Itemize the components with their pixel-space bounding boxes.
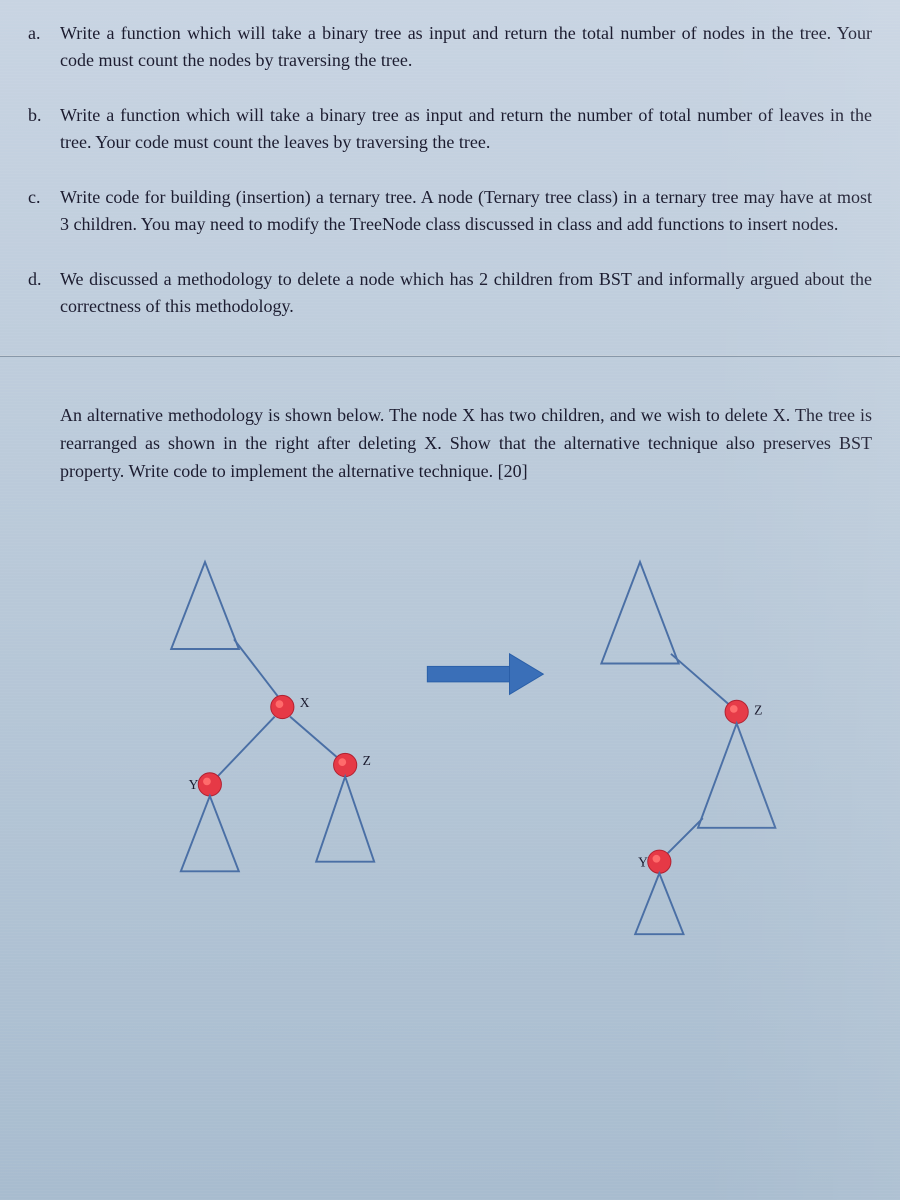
right-label-y: Y <box>638 854 648 869</box>
right-line-root-z <box>671 654 732 707</box>
left-node-z <box>334 753 357 776</box>
right-node-y-highlight <box>653 855 661 863</box>
right-line-z-y <box>664 818 703 857</box>
alternative-method-paragraph: An alternative methodology is shown belo… <box>60 402 872 486</box>
left-line-x-z <box>290 716 340 760</box>
question-b: b. Write a function which will take a bi… <box>28 102 872 156</box>
left-root-triangle <box>171 562 239 649</box>
left-y-triangle <box>181 796 239 871</box>
question-list: a. Write a function which will take a bi… <box>28 20 872 320</box>
left-node-z-highlight <box>338 758 346 766</box>
left-z-triangle <box>316 776 374 861</box>
arrow-head <box>510 654 544 695</box>
right-y-triangle <box>635 873 683 934</box>
right-node-y <box>648 850 671 873</box>
arrow-icon <box>427 654 543 695</box>
question-label-d: d. <box>28 266 60 320</box>
left-node-y-highlight <box>203 777 211 785</box>
sub-section: An alternative methodology is shown belo… <box>28 402 872 946</box>
left-label-z: Z <box>363 753 371 768</box>
question-text-d: We discussed a methodology to delete a n… <box>60 266 872 320</box>
question-text-a: Write a function which will take a binar… <box>60 20 872 74</box>
section-divider <box>0 355 900 357</box>
right-label-z: Z <box>754 702 762 717</box>
question-label-b: b. <box>28 102 60 156</box>
left-label-y: Y <box>189 777 199 792</box>
bst-diagram-svg: X Y Z <box>60 526 872 946</box>
left-label-x: X <box>300 695 310 710</box>
bst-diagram-container: X Y Z <box>60 526 872 946</box>
right-root-triangle <box>601 562 678 664</box>
left-node-x-highlight <box>276 700 284 708</box>
question-c: c. Write code for building (insertion) a… <box>28 184 872 238</box>
question-label-c: c. <box>28 184 60 238</box>
right-node-z-highlight <box>730 705 738 713</box>
left-node-y <box>198 772 221 795</box>
question-text-c: Write code for building (insertion) a te… <box>60 184 872 238</box>
right-node-z <box>725 700 748 723</box>
question-text-b: Write a function which will take a binar… <box>60 102 872 156</box>
question-label-a: a. <box>28 20 60 74</box>
left-line-x-y <box>215 716 275 779</box>
left-node-x <box>271 695 294 718</box>
left-line-root-x <box>234 639 282 702</box>
arrow-body-rect <box>427 666 509 681</box>
question-d: d. We discussed a methodology to delete … <box>28 266 872 320</box>
question-a: a. Write a function which will take a bi… <box>28 20 872 74</box>
right-z-triangle <box>698 723 775 827</box>
